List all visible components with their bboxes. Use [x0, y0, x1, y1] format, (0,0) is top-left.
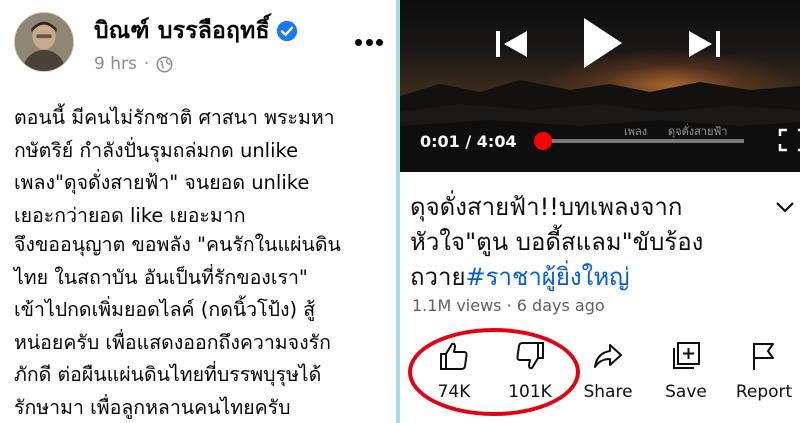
fullscreen-icon[interactable]: [778, 128, 800, 152]
meta-separator: ·: [143, 54, 150, 74]
post-meta: 9 hrs ·: [94, 54, 173, 74]
verified-badge-icon: [276, 20, 297, 42]
globe-icon: [156, 56, 173, 72]
share-icon: [594, 344, 622, 368]
more-dot: [365, 38, 373, 46]
video-meta: 1.1M views · 6 days ago: [412, 296, 605, 315]
video-hashtag[interactable]: #ราชาผู้ยิ่งใหญ่: [466, 263, 630, 291]
chevron-down-icon[interactable]: [774, 196, 796, 218]
video-title[interactable]: ดุจดั่งสายฟ้า!!บทเพลงจาก หัวใจ"ตูน บอดี้…: [410, 190, 750, 295]
progress-bar[interactable]: [542, 139, 744, 143]
more-dot: [376, 38, 383, 46]
post-time[interactable]: 9 hrs: [94, 54, 137, 74]
author-name[interactable]: บิณฑ์ บรรลือฤทธิ์: [94, 13, 270, 49]
scrubber-handle[interactable]: [534, 132, 552, 150]
video-time: 0:01 / 4:04: [420, 132, 517, 151]
video-overlay-text: เพลง: [624, 125, 648, 138]
dislike-button[interactable]: 101K: [490, 336, 570, 414]
post-paragraph: ตอนนี้ มีคนไม่รักชาติ ศาสนา พระมหา กษัตร…: [14, 106, 335, 227]
flag-icon: [753, 343, 774, 370]
share-label: Share: [583, 382, 633, 402]
previous-icon[interactable]: [494, 28, 530, 60]
post-paragraph: จึงขออนุญาต ขอพลัง "คนรักในแผ่นดิน ไทย ใ…: [14, 233, 341, 419]
video-player[interactable]: เพลง ดุจดั่งสายฟ้า 0:01 / 4:04: [400, 0, 800, 172]
author-header: บิณฑ์ บรรลือฤทธิ์: [94, 14, 298, 48]
like-count: 74K: [437, 382, 471, 402]
more-options-icon[interactable]: [352, 28, 386, 56]
facebook-post: บิณฑ์ บรรลือฤทธิ์ 9 hrs · ตอนนี้ มีคนไม่…: [0, 0, 396, 423]
dislike-count: 101K: [508, 382, 552, 402]
thumbs-down-icon: [516, 342, 544, 370]
youtube-video-page: เพลง ดุจดั่งสายฟ้า 0:01 / 4:04 ดุจดั่งสา…: [400, 0, 800, 423]
add-to-playlist-icon: [673, 342, 700, 369]
share-button[interactable]: Share: [568, 336, 648, 414]
save-button[interactable]: Save: [646, 336, 726, 414]
thumbs-up-icon: [440, 342, 468, 370]
play-icon[interactable]: [578, 14, 626, 72]
report-button[interactable]: Report: [724, 336, 800, 414]
avatar-photo: [15, 13, 73, 71]
next-icon[interactable]: [686, 28, 722, 60]
more-dot: [355, 38, 362, 46]
like-button[interactable]: 74K: [414, 336, 494, 414]
video-overlay-text: ดุจดั่งสายฟ้า: [668, 125, 728, 138]
report-label: Report: [735, 382, 793, 402]
author-avatar[interactable]: [14, 12, 74, 72]
save-label: Save: [665, 382, 707, 402]
